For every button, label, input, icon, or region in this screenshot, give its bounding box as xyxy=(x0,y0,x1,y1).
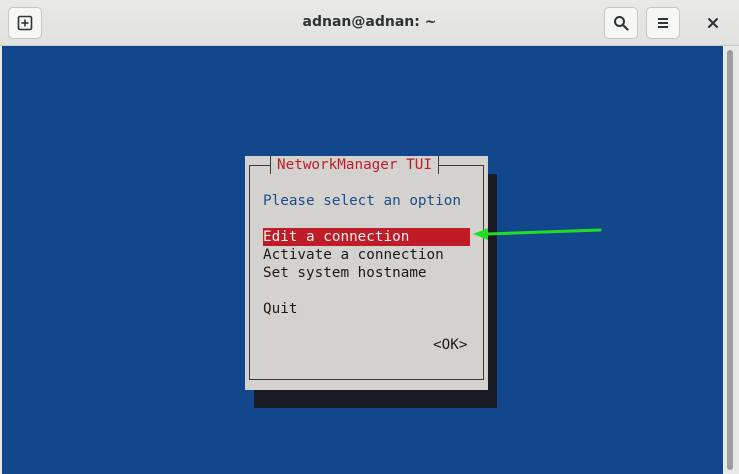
nmtui-dialog: NetworkManager TUI Please select an opti… xyxy=(245,156,488,390)
hamburger-menu-icon xyxy=(655,15,671,31)
ok-button[interactable]: <OK> xyxy=(433,336,467,354)
menu-button[interactable] xyxy=(646,7,680,39)
menu-item-set-hostname[interactable]: Set system hostname xyxy=(263,264,427,282)
menu-item-quit[interactable]: Quit xyxy=(263,300,297,318)
window-titlebar: adnan@adnan: ~ xyxy=(0,0,739,46)
search-icon xyxy=(613,15,629,31)
dialog-prompt: Please select an option xyxy=(263,193,461,209)
terminal-scrollbar[interactable] xyxy=(723,46,737,474)
search-button[interactable] xyxy=(604,7,638,39)
close-icon xyxy=(707,14,719,33)
menu-item-edit-connection[interactable]: Edit a connection xyxy=(263,228,470,246)
close-button[interactable] xyxy=(701,9,725,37)
menu-item-activate-connection[interactable]: Activate a connection xyxy=(263,246,444,264)
scrollbar-thumb[interactable] xyxy=(727,50,733,470)
dialog-title: NetworkManager TUI xyxy=(270,156,439,174)
